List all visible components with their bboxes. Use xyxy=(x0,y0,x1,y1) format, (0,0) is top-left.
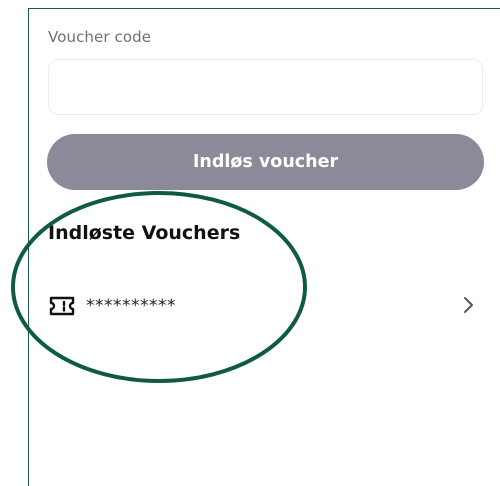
redeem-voucher-button[interactable]: Indløs voucher xyxy=(47,134,484,190)
ticket-icon xyxy=(48,295,76,317)
redeemed-voucher-item[interactable]: ********** xyxy=(48,288,480,324)
voucher-code-masked: ********** xyxy=(86,296,176,316)
redeemed-vouchers-title: Indløste Vouchers xyxy=(48,222,241,244)
voucher-code-input[interactable] xyxy=(48,59,483,115)
voucher-code-label: Voucher code xyxy=(48,28,152,46)
chevron-right-icon xyxy=(462,294,476,316)
